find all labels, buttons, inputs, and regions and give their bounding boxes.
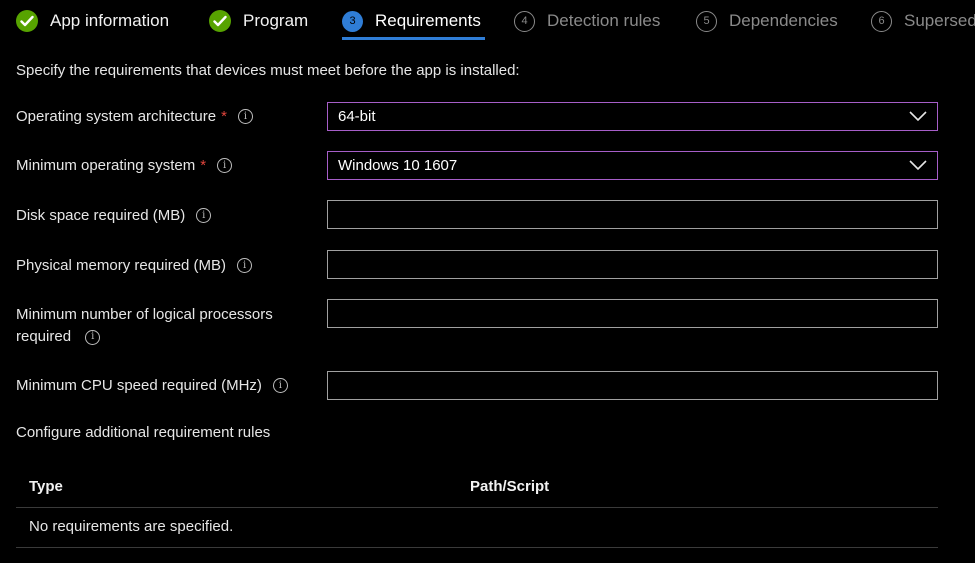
step-app-information[interactable]: App information — [16, 7, 169, 35]
intro-text: Specify the requirements that devices mu… — [16, 62, 520, 79]
dropdown-value: 64-bit — [338, 108, 376, 125]
additional-rules-heading: Configure additional requirement rules — [16, 424, 271, 441]
column-header-type[interactable]: Type — [29, 478, 63, 495]
step-detection-rules[interactable]: 4 Detection rules — [514, 7, 660, 35]
step-label: Detection rules — [547, 11, 661, 30]
os-architecture-dropdown[interactable]: 64-bit — [327, 102, 938, 131]
requirements-table: Type Path/Script No requirements are spe… — [16, 466, 938, 548]
required-marker: * — [221, 108, 227, 125]
step-supersedence[interactable]: 6 Supersed — [871, 7, 975, 35]
field-label-text: Minimum operating system — [16, 157, 196, 174]
step-number-badge: 3 — [342, 10, 363, 32]
step-number-badge: 6 — [871, 10, 892, 32]
table-header: Type Path/Script — [16, 466, 938, 508]
step-dependencies[interactable]: 5 Dependencies — [696, 7, 838, 35]
dropdown-value: Windows 10 1607 — [338, 157, 458, 174]
step-number-badge: 4 — [514, 10, 535, 32]
field-label-text: Physical memory required (MB) — [16, 257, 227, 274]
field-label-line2: required — [16, 328, 72, 345]
step-label: App information — [50, 11, 170, 30]
field-label-text: Operating system architecture — [16, 108, 217, 125]
info-icon[interactable]: i — [237, 258, 253, 273]
minimum-os-label: Minimum operating system * i — [16, 157, 233, 174]
logical-processors-label: Minimum number of logical processors req… — [16, 304, 316, 348]
step-number-badge: 5 — [696, 10, 717, 32]
field-label-text: Minimum CPU speed required (MHz) — [16, 377, 262, 394]
step-label: Requirements — [375, 11, 481, 30]
field-label-text: Disk space required (MB) — [16, 207, 186, 224]
logical-processors-input[interactable] — [327, 299, 938, 328]
step-label: Dependencies — [729, 11, 838, 30]
info-icon[interactable]: i — [272, 378, 288, 393]
cpu-speed-label: Minimum CPU speed required (MHz) i — [16, 377, 288, 394]
required-marker: * — [200, 157, 207, 174]
wizard-steps: App information Program 3 Requirements 4… — [0, 0, 975, 46]
empty-table-message: No requirements are specified. — [29, 518, 234, 535]
requirements-page: App information Program 3 Requirements 4… — [0, 0, 975, 563]
step-label: Supersed — [904, 11, 975, 30]
info-icon[interactable]: i — [85, 329, 101, 345]
field-label-line1: Minimum number of logical processors — [16, 306, 273, 323]
physical-memory-label: Physical memory required (MB) i — [16, 257, 253, 274]
chevron-down-icon — [909, 160, 927, 171]
disk-space-input[interactable] — [327, 200, 938, 229]
step-program[interactable]: Program — [209, 7, 308, 35]
info-icon[interactable]: i — [217, 158, 233, 173]
chevron-down-icon — [909, 111, 927, 122]
minimum-os-dropdown[interactable]: Windows 10 1607 — [327, 151, 938, 180]
cpu-speed-input[interactable] — [327, 371, 938, 400]
os-architecture-label: Operating system architecture * i — [16, 108, 253, 125]
table-row: No requirements are specified. — [16, 508, 938, 548]
disk-space-label: Disk space required (MB) i — [16, 207, 212, 224]
info-icon[interactable]: i — [196, 208, 212, 223]
step-requirements[interactable]: 3 Requirements — [342, 7, 481, 35]
check-icon — [209, 10, 231, 32]
step-label: Program — [243, 11, 309, 30]
info-icon[interactable]: i — [237, 109, 253, 124]
active-step-underline — [342, 37, 485, 40]
column-header-path-script[interactable]: Path/Script — [470, 478, 549, 495]
physical-memory-input[interactable] — [327, 250, 938, 279]
check-icon — [16, 10, 38, 32]
